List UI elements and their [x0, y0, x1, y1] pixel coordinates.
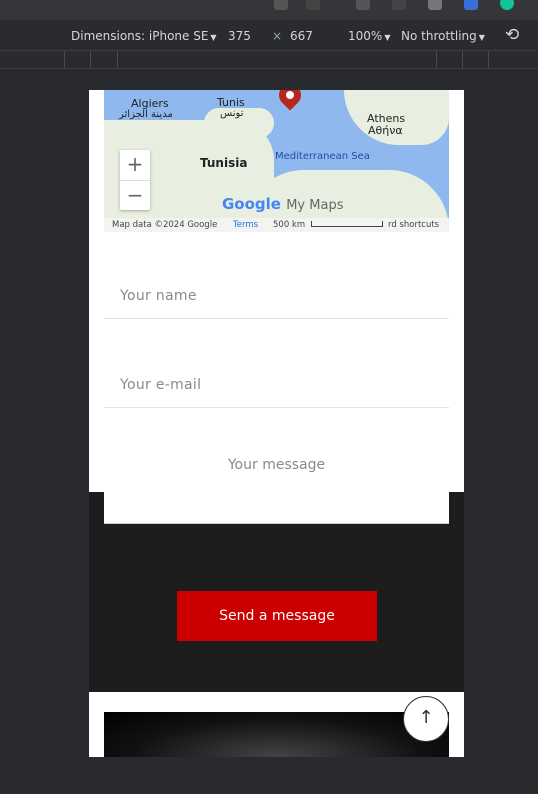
- translate-icon[interactable]: [274, 0, 288, 10]
- map-zoom-control: + −: [120, 150, 150, 210]
- email-placeholder: Your e-mail: [120, 377, 202, 393]
- extension-icon[interactable]: [464, 0, 478, 10]
- zoom-out-button[interactable]: −: [120, 180, 150, 211]
- map-label-sea: Mediterranean Sea: [275, 151, 370, 162]
- name-placeholder: Your name: [120, 288, 197, 304]
- media-query-ruler: [0, 51, 538, 69]
- browser-top-strip: [0, 0, 538, 20]
- zoom-in-button[interactable]: +: [120, 150, 150, 180]
- terms-link[interactable]: Terms: [233, 218, 258, 232]
- message-placeholder: Your message: [227, 457, 326, 473]
- footer-image: [104, 712, 449, 757]
- message-textarea[interactable]: Your message: [104, 421, 449, 524]
- arrow-up-icon[interactable]: ↑: [403, 696, 449, 742]
- scale-label: 500 km: [273, 220, 306, 230]
- map-label-athens-gr: Αθήνα: [368, 124, 403, 137]
- map-label-tunis-ar: تونس: [220, 108, 244, 119]
- location-pin-icon[interactable]: [274, 90, 306, 111]
- map[interactable]: Algiers مدينة الجزائر Tunis تونس Tunisia…: [104, 90, 449, 232]
- email-field[interactable]: Your e-mail: [104, 367, 449, 408]
- extension-icon[interactable]: [392, 0, 406, 10]
- height-input[interactable]: 667: [290, 29, 313, 43]
- map-label-algiers-ar: مدينة الجزائر: [119, 109, 173, 120]
- map-label-tunisia: Tunisia: [200, 156, 248, 170]
- device-toolbar: Dimensions: iPhone SE ▼ 375 × 667 100% ▼ N…: [0, 20, 538, 51]
- rotate-icon[interactable]: ⟲: [505, 25, 519, 45]
- grammarly-icon[interactable]: [500, 0, 514, 10]
- times-separator: ×: [272, 29, 283, 43]
- send-message-button[interactable]: Send a message: [177, 591, 377, 641]
- name-field[interactable]: Your name: [104, 278, 449, 319]
- extension-icon[interactable]: [356, 0, 370, 10]
- throttling-dropdown[interactable]: No throttling ▼: [401, 29, 485, 43]
- caret-down-icon: ▼: [210, 33, 217, 42]
- caret-down-icon: ▼: [384, 33, 391, 42]
- width-input[interactable]: 375: [228, 29, 251, 43]
- zoom-dropdown[interactable]: 100% ▼: [348, 29, 390, 43]
- keyboard-shortcuts-link[interactable]: rd shortcuts: [388, 218, 439, 232]
- map-attribution-bar: Map data ©2024 Google Terms 500 km rd sh…: [104, 218, 449, 232]
- bookmark-star-icon[interactable]: [306, 0, 320, 10]
- google-my-maps-logo: Google My Maps: [222, 195, 344, 213]
- caret-down-icon: ▼: [478, 33, 485, 42]
- dimensions-dropdown[interactable]: Dimensions: iPhone SE ▼: [71, 29, 217, 43]
- map-attribution: Map data ©2024 Google: [112, 220, 218, 230]
- extension-icon[interactable]: [428, 0, 442, 10]
- scale-bar: [311, 221, 383, 227]
- device-viewport: Algiers مدينة الجزائر Tunis تونس Tunisia…: [89, 90, 464, 757]
